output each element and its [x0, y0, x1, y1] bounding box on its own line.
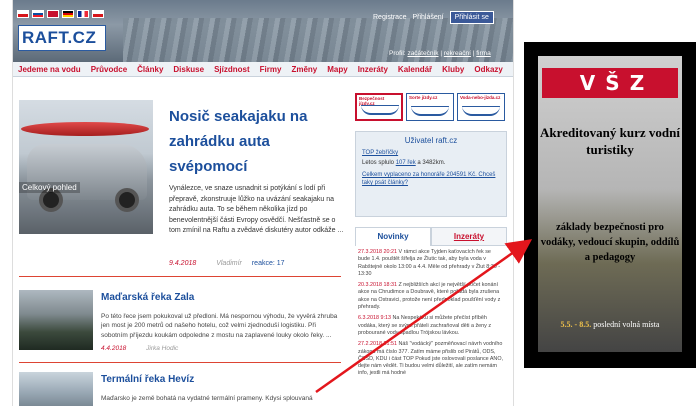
image-caption: Celkový pohled [19, 182, 80, 193]
news-item: 6.3.2018 9:13 Na Nespekáku si můžete pře… [358, 315, 492, 336]
flag-icon[interactable] [17, 10, 29, 18]
ad-logo-letter: Š [605, 71, 620, 95]
nav-item[interactable]: Mapy [322, 65, 352, 74]
partner-icon[interactable]: Bezpečnost jízdy.cz [355, 93, 403, 121]
ad-banner[interactable]: V Š Z Akreditovaný kurz vodní turistiky … [524, 42, 696, 368]
profile-link-recreational[interactable]: rekreační [444, 50, 471, 57]
ad-inner: V Š Z Akreditovaný kurz vodní turistiky … [538, 56, 682, 352]
article-image[interactable] [19, 372, 93, 406]
divider [19, 276, 341, 277]
sidebar-tabs: Novinky Inzeráty [355, 227, 507, 246]
article-text: Po této řece jsem pokukoval už předloni.… [101, 313, 338, 339]
kayak-shape [21, 122, 149, 136]
nav-item[interactable]: Inzeráty [353, 65, 393, 74]
nav-item[interactable]: Změny [286, 65, 322, 74]
facebook-login-button[interactable]: Přihlásit se [449, 11, 494, 24]
wave-icon [411, 106, 449, 116]
featured-title[interactable]: Nosič seakajaku na zahrádku auta svépomo… [169, 104, 339, 179]
register-link[interactable]: Registrace [373, 14, 406, 21]
site-logo[interactable]: RAFT.CZ [18, 25, 106, 51]
ad-logo-letter: V [579, 71, 596, 95]
article-image[interactable] [19, 290, 93, 350]
fees-link[interactable]: Celkem vyplaceno za honoráře 204591 Kč. … [362, 172, 495, 186]
article-title[interactable]: Termální řeka Hevíz [101, 374, 194, 385]
nav-item[interactable]: Články [132, 65, 168, 74]
ad-headline: Akreditovaný kurz vodní turistiky [540, 125, 680, 157]
user-box-title: Uživatel raft.cz [404, 136, 458, 145]
nav-item[interactable]: Kluby [437, 65, 469, 74]
nav-item[interactable]: Sjízdnost [209, 65, 255, 74]
featured-reactions[interactable]: reakce: 17 [252, 260, 285, 267]
tab-novinky[interactable]: Novinky [355, 227, 431, 246]
header-banner: RAFT.CZ Registrace Přihlášení Přihlásit … [13, 0, 513, 62]
profile-selector: Profil: začátečník | rekreační | firma [389, 50, 491, 57]
profile-link-beginner[interactable]: začátečník [407, 50, 438, 57]
news-item: 27.2.2018 21:51 Náš "vodácký" pozměňovac… [358, 341, 504, 377]
nav-item[interactable]: Průvodce [86, 65, 132, 74]
article-meta: 4.4.2018 Jirka Hodic [101, 344, 341, 353]
featured-meta: 9.4.2018 Vladimír reakce: 17 [169, 260, 285, 267]
nav-item[interactable]: Jedeme na vodu [13, 65, 86, 74]
news-item: 20.3.2018 18:31 Z nejbližších akcí je ne… [358, 282, 501, 311]
wave-icon [361, 105, 399, 115]
rivers-link[interactable]: 107 řek [396, 160, 416, 166]
nav-item[interactable]: Diskuse [168, 65, 209, 74]
ad-subheadline: základy bezpečnosti pro vodáky, vedoucí … [540, 222, 680, 263]
login-link[interactable]: Přihlášení [412, 14, 443, 21]
top-links: Registrace Přihlášení Přihlásit se [373, 11, 494, 24]
article-author[interactable]: Jirka Hodic [146, 345, 178, 352]
featured-text: Vynálezce, ve snaze usnadnit si potýkání… [169, 185, 344, 235]
flag-icon[interactable] [62, 10, 74, 18]
article-title[interactable]: Maďarská řeka Zala [101, 292, 194, 303]
featured-author[interactable]: Vladimír [216, 260, 242, 267]
ad-logo-letter: Z [629, 71, 645, 95]
flag-icon[interactable] [92, 10, 104, 18]
raft-page: RAFT.CZ Registrace Přihlášení Přihlásit … [12, 0, 514, 406]
nav-item[interactable]: Odkazy [469, 65, 507, 74]
featured-date: 9.4.2018 [169, 260, 197, 267]
nav-item[interactable]: Kalendář [393, 65, 437, 74]
tab-inzeraty[interactable]: Inzeráty [431, 227, 507, 246]
wave-icon [462, 106, 500, 116]
article-text: Maďarsko je země bohatá na vydatné termá… [101, 395, 313, 402]
news-item: 27.3.2018 20:21 V rámci akce Tyjden kaťo… [358, 249, 501, 277]
top-link[interactable]: TOP žebříčky [362, 150, 398, 156]
news-list: 27.3.2018 20:21 V rámci akce Tyjden kaťo… [355, 247, 507, 384]
partner-icon[interactable]: Sorte jízdy.cz [406, 93, 454, 121]
profile-link-firm[interactable]: firma [476, 50, 490, 57]
profile-label: Profil: [389, 50, 406, 57]
user-box: Uživatel raft.cz TOP žebříčky Letos splu… [355, 131, 507, 217]
divider [19, 362, 341, 363]
partner-icons: Bezpečnost jízdy.cz Sorte jízdy.cz Voda-… [355, 93, 505, 121]
language-flags [17, 10, 104, 18]
wheel-shape [115, 188, 139, 212]
ad-logo: V Š Z [542, 68, 678, 98]
ad-date: 5.5. - 8.5. poslední volná místa [560, 320, 660, 329]
flag-icon[interactable] [32, 10, 44, 18]
flag-icon[interactable] [47, 10, 59, 18]
flag-icon[interactable] [77, 10, 89, 18]
main-nav: Jedeme na vodu Průvodce Články Diskuse S… [13, 62, 513, 77]
featured-image[interactable]: Celkový pohled [19, 100, 153, 234]
partner-icon[interactable]: Voda-nebo-jízda.cz [457, 93, 505, 121]
nav-item[interactable]: Firmy [255, 65, 287, 74]
article-date: 4.4.2018 [101, 345, 127, 352]
